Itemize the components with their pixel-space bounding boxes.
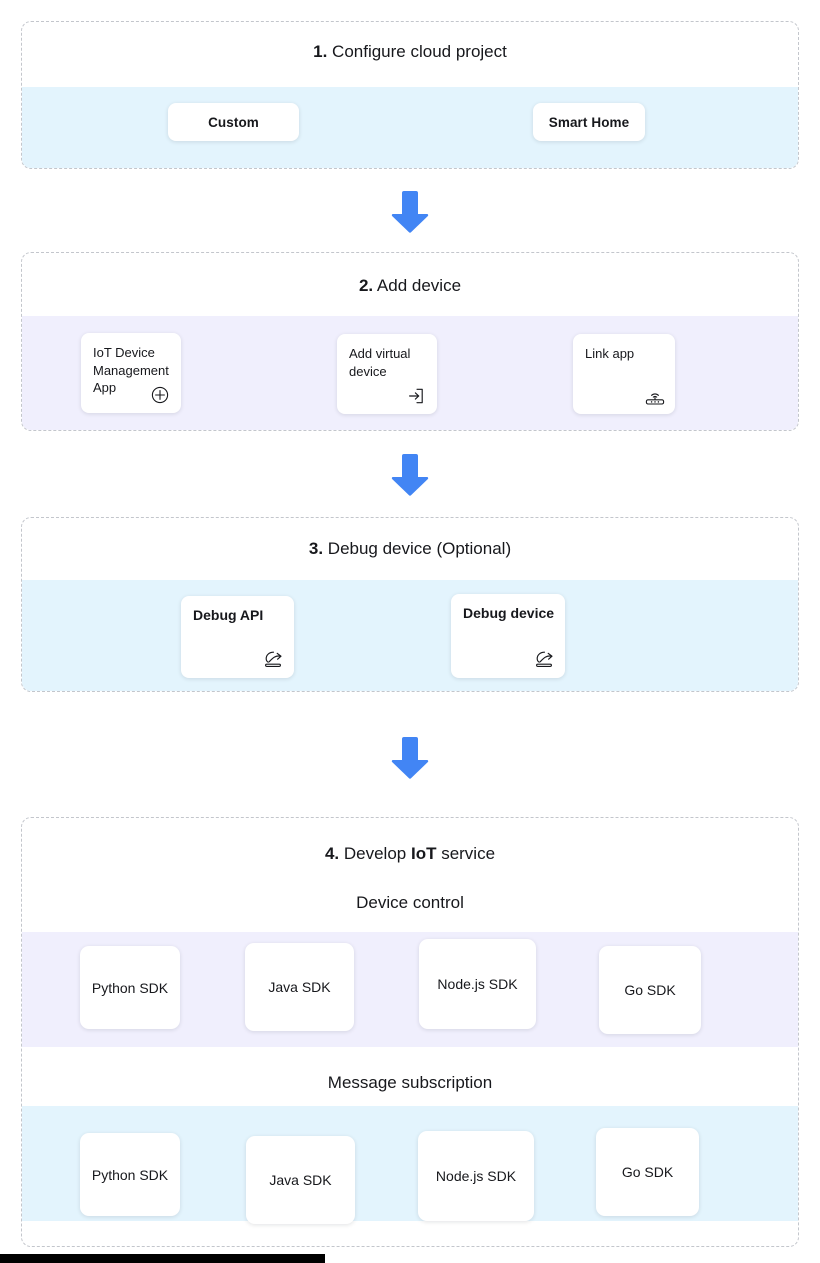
sdk-device-control-nodejs-label: Node.js SDK bbox=[437, 976, 518, 992]
option-smart-home-label: Smart Home bbox=[548, 114, 630, 130]
step-4-title-tail: service bbox=[436, 844, 496, 863]
step-2-title: 2. Add device bbox=[22, 275, 798, 297]
step-3-title: 3. Debug device (Optional) bbox=[22, 538, 798, 560]
sdk-device-control-python[interactable]: Python SDK bbox=[80, 946, 180, 1029]
sdk-message-subscription-java[interactable]: Java SDK bbox=[246, 1136, 355, 1224]
screenshot-crop-artifact bbox=[0, 1254, 325, 1263]
sdk-device-control-java[interactable]: Java SDK bbox=[245, 943, 354, 1031]
card-add-virtual-device-label: Add virtual device bbox=[349, 346, 411, 379]
flow-diagram: 1. Configure cloud project Custom Smart … bbox=[0, 0, 820, 1263]
step-4-number: 4. bbox=[324, 844, 340, 863]
sdk-message-subscription-go[interactable]: Go SDK bbox=[596, 1128, 699, 1216]
group-heading-device-control: Device control bbox=[356, 893, 464, 913]
step-4-title: 4. Develop IoT service bbox=[22, 843, 798, 865]
step-1-title: 1. Configure cloud project bbox=[22, 41, 798, 63]
step-4-title-text: Develop bbox=[339, 844, 411, 863]
card-debug-device[interactable]: Debug device bbox=[451, 594, 565, 678]
card-link-app[interactable]: Link app bbox=[573, 334, 675, 414]
step-4-title-bold-word: IoT bbox=[410, 844, 437, 863]
step-2-title-text: Add device bbox=[373, 276, 462, 295]
step-3-number: 3. bbox=[308, 539, 324, 558]
card-debug-device-label: Debug device bbox=[463, 605, 555, 621]
card-debug-api[interactable]: Debug API bbox=[181, 596, 294, 678]
card-iot-device-management-app[interactable]: IoT Device Management App bbox=[81, 333, 181, 413]
arrow-step2-to-step3 bbox=[390, 453, 430, 497]
step-2-number: 2. bbox=[358, 276, 374, 295]
plus-circle-icon bbox=[150, 385, 170, 405]
sdk-message-subscription-go-label: Go SDK bbox=[621, 1164, 674, 1180]
step-3-title-text: Debug device (Optional) bbox=[323, 539, 512, 558]
sdk-message-subscription-python[interactable]: Python SDK bbox=[80, 1133, 180, 1216]
enter-box-icon bbox=[406, 386, 426, 406]
group-heading-message-subscription: Message subscription bbox=[327, 1073, 493, 1092]
sdk-device-control-java-label: Java SDK bbox=[268, 979, 331, 995]
step-1-band bbox=[22, 87, 798, 168]
step-panel-3: 3. Debug device (Optional) Debug API Deb… bbox=[21, 517, 799, 692]
step-1-title-text: Configure cloud project bbox=[327, 42, 507, 61]
sdk-device-control-python-label: Python SDK bbox=[91, 979, 169, 996]
sdk-message-subscription-nodejs-label: Node.js SDK bbox=[435, 1168, 517, 1184]
step-3-band bbox=[22, 580, 798, 691]
sdk-device-control-go-label: Go SDK bbox=[624, 982, 676, 998]
debug-share-icon bbox=[533, 649, 553, 669]
step-panel-1: 1. Configure cloud project Custom Smart … bbox=[21, 21, 799, 169]
card-debug-api-label: Debug API bbox=[193, 607, 264, 623]
debug-share-icon bbox=[262, 649, 282, 669]
sdk-message-subscription-java-label: Java SDK bbox=[269, 1172, 332, 1188]
sdk-message-subscription-nodejs[interactable]: Node.js SDK bbox=[418, 1131, 534, 1221]
step-panel-2: 2. Add device IoT Device Management App … bbox=[21, 252, 799, 431]
arrow-step3-to-step4 bbox=[390, 736, 430, 780]
sdk-message-subscription-python-label: Python SDK bbox=[91, 1166, 169, 1183]
option-smart-home[interactable]: Smart Home bbox=[533, 103, 645, 141]
step-1-number: 1. bbox=[313, 42, 328, 61]
step-panel-4: 4. Develop IoT service Device control Py… bbox=[21, 817, 799, 1247]
arrow-step1-to-step2 bbox=[390, 190, 430, 234]
card-link-app-label: Link app bbox=[585, 346, 635, 361]
card-add-virtual-device[interactable]: Add virtual device bbox=[337, 334, 437, 414]
option-custom[interactable]: Custom bbox=[168, 103, 299, 141]
sdk-device-control-go[interactable]: Go SDK bbox=[599, 946, 701, 1034]
sdk-device-control-nodejs[interactable]: Node.js SDK bbox=[419, 939, 536, 1029]
option-custom-label: Custom bbox=[208, 114, 259, 130]
gateway-device-icon bbox=[644, 386, 665, 406]
